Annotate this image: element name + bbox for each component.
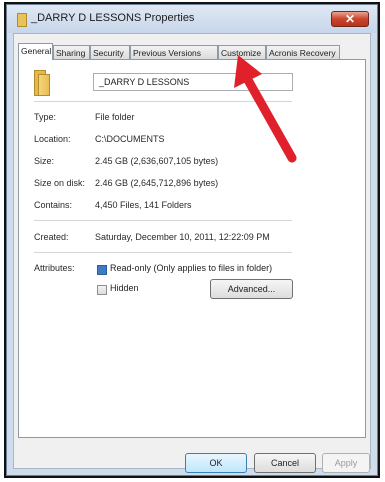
hidden-label[interactable]: Hidden <box>110 283 139 293</box>
divider <box>34 101 292 102</box>
tab-sharing[interactable]: Sharing <box>53 45 90 59</box>
attributes-label: Attributes: <box>34 263 75 273</box>
divider <box>34 252 292 253</box>
hidden-checkbox[interactable] <box>97 285 107 295</box>
divider <box>34 220 292 221</box>
tab-customize[interactable]: Customize <box>218 45 266 59</box>
created-value: Saturday, December 10, 2011, 12:22:09 PM <box>95 232 270 242</box>
general-tab-panel: _DARRY D LESSONS Type: File folder Locat… <box>18 59 366 438</box>
close-button[interactable]: ✕ <box>331 11 369 27</box>
size-on-disk-value: 2.46 GB (2,645,712,896 bytes) <box>95 178 219 188</box>
tab-general[interactable]: General <box>18 43 53 60</box>
contains-label: Contains: <box>34 200 73 210</box>
location-label: Location: <box>34 134 71 144</box>
window-title: _DARRY D LESSONS Properties <box>31 12 195 24</box>
contains-value: 4,450 Files, 141 Folders <box>95 200 192 210</box>
apply-button[interactable]: Apply <box>322 453 370 473</box>
advanced-button[interactable]: Advanced... <box>210 279 293 299</box>
tab-previous-versions[interactable]: Previous Versions <box>130 45 218 59</box>
title-bar[interactable]: _DARRY D LESSONS Properties ✕ <box>7 5 377 33</box>
type-label: Type: <box>34 112 57 122</box>
folder-large-icon <box>34 70 50 96</box>
location-value: C:\DOCUMENTS <box>95 134 165 144</box>
tab-security[interactable]: Security <box>90 45 130 59</box>
dialog-body: General Sharing Security Previous Versio… <box>13 33 371 473</box>
size-value: 2.45 GB (2,636,607,105 bytes) <box>95 156 219 166</box>
readonly-checkbox[interactable] <box>97 265 107 275</box>
ok-button[interactable]: OK <box>185 453 247 473</box>
size-label: Size: <box>34 156 55 166</box>
tab-strip: General Sharing Security Previous Versio… <box>18 43 366 60</box>
created-label: Created: <box>34 232 69 242</box>
properties-dialog: _DARRY D LESSONS Properties ✕ General Sh… <box>6 4 378 476</box>
type-value: File folder <box>95 112 135 122</box>
folder-name-input[interactable]: _DARRY D LESSONS <box>93 73 293 91</box>
folder-icon <box>17 13 27 27</box>
size-on-disk-label: Size on disk: <box>34 178 86 188</box>
readonly-label[interactable]: Read-only (Only applies to files in fold… <box>110 263 272 273</box>
cancel-button[interactable]: Cancel <box>254 453 316 473</box>
tab-acronis-recovery[interactable]: Acronis Recovery <box>266 45 340 59</box>
